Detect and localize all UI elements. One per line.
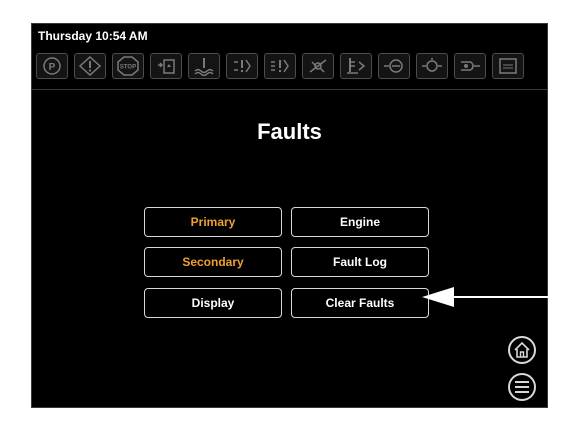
- callout-arrow: [422, 287, 550, 307]
- home-icon: [514, 341, 530, 358]
- fuel-level-icon: [340, 53, 372, 79]
- fault-log-button[interactable]: Fault Log: [291, 247, 429, 277]
- secondary-button[interactable]: Secondary: [144, 247, 282, 277]
- hamburger-icon: [515, 381, 529, 393]
- engine-button[interactable]: Engine: [291, 207, 429, 237]
- emissions-icon: [492, 53, 524, 79]
- display-screen: Thursday 10:54 AM P STOP Faults Primary …: [31, 23, 548, 408]
- fault-icon-1: [226, 53, 258, 79]
- status-bar: Thursday 10:54 AM P STOP: [32, 24, 547, 90]
- menu-button[interactable]: [508, 373, 536, 401]
- page-title: Faults: [257, 119, 322, 144]
- svg-text:P: P: [49, 62, 56, 73]
- display-button[interactable]: Display: [144, 288, 282, 318]
- water-in-fuel-icon: [378, 53, 410, 79]
- stop-icon: STOP: [112, 53, 144, 79]
- parking-brake-icon: P: [36, 53, 68, 79]
- date-time: Thursday 10:54 AM: [38, 29, 148, 43]
- coolant-temp-icon: [188, 53, 220, 79]
- clear-faults-button[interactable]: Clear Faults: [291, 288, 429, 318]
- glow-plug-icon: [454, 53, 486, 79]
- home-button[interactable]: [508, 336, 536, 364]
- primary-button[interactable]: Primary: [144, 207, 282, 237]
- fault-icon-3: [302, 53, 334, 79]
- svg-text:STOP: STOP: [120, 65, 136, 71]
- warning-icon: [74, 53, 106, 79]
- status-icon-row: P STOP: [36, 53, 524, 79]
- fault-icon-2: [264, 53, 296, 79]
- coolant-level-icon: [150, 53, 182, 79]
- oil-pressure-icon: [416, 53, 448, 79]
